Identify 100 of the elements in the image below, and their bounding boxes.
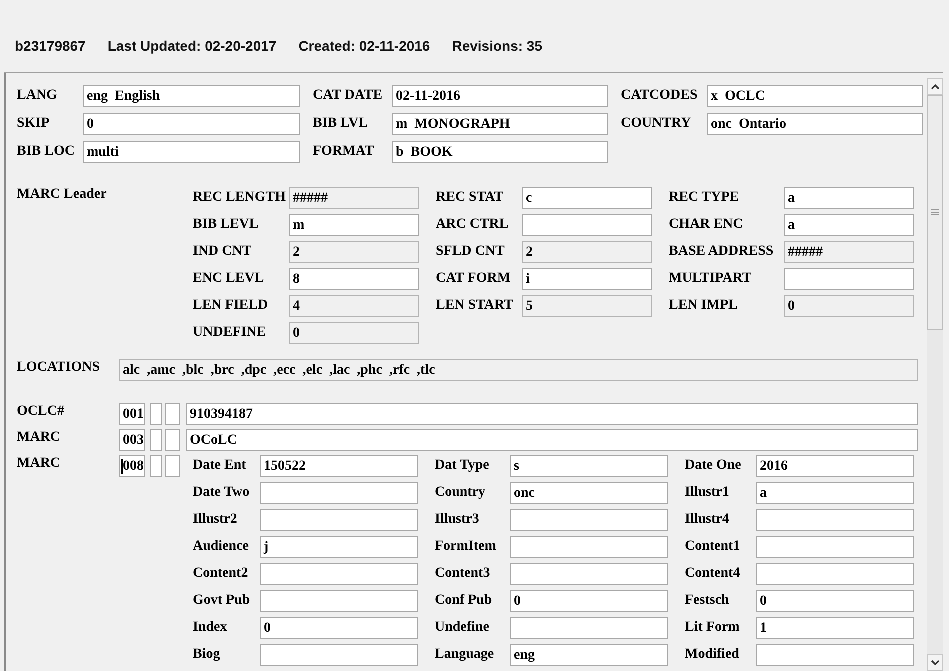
- text-field[interactable]: [756, 563, 914, 585]
- field-label: CAT DATE: [313, 87, 384, 105]
- section-title: LOCATIONS: [17, 359, 101, 377]
- text-field[interactable]: 910394187: [186, 403, 918, 425]
- text-field[interactable]: [260, 509, 418, 531]
- text-field[interactable]: 0: [260, 617, 418, 639]
- text-field[interactable]: 0: [756, 590, 914, 612]
- field-label: Content4: [685, 565, 742, 583]
- created-date: Created: 02-11-2016: [298, 37, 430, 56]
- last-updated: Last Updated: 02-20-2017: [108, 37, 277, 56]
- chevron-up-icon: [930, 84, 940, 90]
- field-label: Content2: [193, 565, 250, 583]
- text-field[interactable]: 0: [510, 590, 668, 612]
- field-label: FormItem: [435, 538, 498, 556]
- text-field[interactable]: eng: [510, 644, 668, 666]
- field-label: CAT FORM: [436, 270, 512, 288]
- record-number: b23179867: [15, 37, 86, 56]
- text-field[interactable]: #####: [289, 187, 419, 209]
- text-field[interactable]: eng English: [83, 85, 300, 107]
- text-field[interactable]: 8: [289, 268, 419, 290]
- text-field[interactable]: 2: [522, 241, 652, 263]
- field-label: ARC CTRL: [436, 216, 510, 234]
- text-field[interactable]: b BOOK: [392, 141, 608, 163]
- text-field[interactable]: multi: [83, 141, 300, 163]
- text-field[interactable]: [522, 214, 652, 236]
- field-label: IND CNT: [193, 243, 253, 261]
- text-field[interactable]: [510, 509, 668, 531]
- field-label: Illustr1: [685, 484, 730, 502]
- text-field[interactable]: 150522: [260, 455, 418, 477]
- field-label: BASE ADDRESS: [669, 243, 775, 261]
- text-field[interactable]: alc ,amc ,blc ,brc ,dpc ,ecc ,elc ,lac ,phc ,rfc ,tlc: [119, 359, 918, 381]
- text-field[interactable]: [784, 268, 914, 290]
- text-field[interactable]: a: [756, 482, 914, 504]
- revisions-count: Revisions: 35: [452, 37, 542, 56]
- text-field[interactable]: #####: [784, 241, 914, 263]
- text-field[interactable]: [510, 536, 668, 558]
- field-label: Audience: [193, 538, 250, 556]
- field-label: CATCODES: [621, 87, 699, 105]
- text-field[interactable]: [260, 563, 418, 585]
- text-field[interactable]: 02-11-2016: [392, 85, 608, 107]
- field-label: SKIP: [17, 115, 51, 133]
- text-field[interactable]: [260, 590, 418, 612]
- indicator-field[interactable]: [150, 455, 162, 477]
- field-label: LEN IMPL: [669, 297, 739, 315]
- field-label: REC LENGTH: [193, 189, 287, 207]
- text-field[interactable]: [756, 509, 914, 531]
- field-label: Country: [435, 484, 487, 502]
- text-field[interactable]: [756, 536, 914, 558]
- field-label: CHAR ENC: [669, 216, 744, 234]
- field-label: Index: [193, 619, 228, 637]
- text-field[interactable]: 1: [756, 617, 914, 639]
- indicator-field[interactable]: [165, 455, 180, 477]
- text-field[interactable]: c: [522, 187, 652, 209]
- text-field[interactable]: 0: [83, 113, 300, 135]
- indicator-field[interactable]: [150, 403, 162, 425]
- text-field[interactable]: [510, 617, 668, 639]
- text-field[interactable]: 0: [784, 295, 914, 317]
- text-field[interactable]: m MONOGRAPH: [392, 113, 608, 135]
- text-field[interactable]: onc: [510, 482, 668, 504]
- text-field[interactable]: 2016: [756, 455, 914, 477]
- field-label: Illustr3: [435, 511, 480, 529]
- field-label: SFLD CNT: [436, 243, 506, 261]
- scroll-up-button[interactable]: [927, 78, 943, 95]
- text-field[interactable]: 008: [119, 455, 145, 477]
- text-field[interactable]: a: [784, 187, 914, 209]
- indicator-field[interactable]: [165, 403, 180, 425]
- text-field[interactable]: [756, 644, 914, 666]
- field-label: FORMAT: [313, 143, 376, 161]
- field-label: MULTIPART: [669, 270, 753, 288]
- text-field[interactable]: 0: [289, 322, 419, 344]
- text-field[interactable]: i: [522, 268, 652, 290]
- chevron-down-icon: [930, 660, 940, 666]
- text-field[interactable]: x OCLC: [707, 85, 923, 107]
- text-field[interactable]: m: [289, 214, 419, 236]
- text-field[interactable]: OCoLC: [186, 429, 918, 451]
- field-label: ENC LEVL: [193, 270, 266, 288]
- field-label: REC TYPE: [669, 189, 740, 207]
- text-field[interactable]: [260, 482, 418, 504]
- indicator-field[interactable]: [150, 429, 162, 451]
- text-field[interactable]: 003: [119, 429, 145, 451]
- text-field[interactable]: s: [510, 455, 668, 477]
- scroll-down-button[interactable]: [927, 654, 943, 671]
- field-label: Illustr2: [193, 511, 238, 529]
- text-field[interactable]: onc Ontario: [707, 113, 923, 135]
- text-field[interactable]: 4: [289, 295, 419, 317]
- text-field[interactable]: 001: [119, 403, 145, 425]
- text-field[interactable]: [260, 644, 418, 666]
- text-field[interactable]: 2: [289, 241, 419, 263]
- field-label: UNDEFINE: [193, 324, 268, 342]
- scrollbar[interactable]: [927, 78, 943, 671]
- text-field[interactable]: 5: [522, 295, 652, 317]
- field-label: Date Two: [193, 484, 251, 502]
- text-field[interactable]: j: [260, 536, 418, 558]
- field-label: Festsch: [685, 592, 730, 610]
- text-field[interactable]: [510, 563, 668, 585]
- scroll-thumb[interactable]: [927, 95, 943, 330]
- field-label: MARC: [17, 429, 62, 447]
- indicator-field[interactable]: [165, 429, 180, 451]
- field-label: Undefine: [435, 619, 490, 637]
- text-field[interactable]: a: [784, 214, 914, 236]
